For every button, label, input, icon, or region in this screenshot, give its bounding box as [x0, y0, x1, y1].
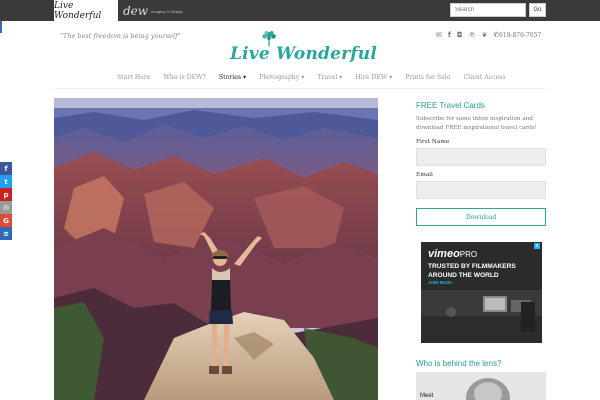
first-name-field[interactable]: [416, 148, 546, 166]
ad-headline: TRUSTED BY FILMMAKERS AROUND THE WORLD: [428, 262, 516, 280]
instagram-icon[interactable]: ◘: [457, 31, 463, 39]
header-social-icons: ✉ f ◘ ℗ ❦ ✆: [436, 31, 499, 39]
vimeo-pro-label: PRO: [459, 250, 478, 259]
vimeo-pro-ad[interactable]: vimeoPRO TRUSTED BY FILMMAKERS AROUND TH…: [421, 242, 542, 343]
facebook-icon[interactable]: f: [448, 31, 451, 39]
site-tagline: "The best freedom is being yourself": [60, 32, 181, 40]
nav-divider: [54, 88, 546, 89]
nav-start-here[interactable]: Start Here: [117, 74, 151, 81]
main-nav: Start Here Who is DEW? Stories ▾ Photogr…: [117, 74, 519, 81]
tab-live-wonderful[interactable]: Live Wonderful: [54, 0, 118, 21]
sidebar: FREE Travel Cards Subscribe for some inb…: [416, 101, 546, 226]
tab-live-wonderful-label: Live Wonderful: [54, 0, 102, 21]
author-meet-caption: Meet: [420, 393, 434, 399]
who-behind-lens-title: Who is behind the lens?: [416, 359, 502, 368]
left-edge-accent: [0, 21, 2, 33]
share-pinterest-icon[interactable]: p: [0, 188, 12, 201]
share-facebook-icon[interactable]: f: [0, 162, 12, 175]
ad-close-icon[interactable]: x: [534, 243, 540, 249]
nav-who-is-dew[interactable]: Who is DEW?: [164, 74, 206, 81]
nav-photography[interactable]: Photography ▾: [259, 74, 304, 81]
ad-headline-line-1: TRUSTED BY FILMMAKERS: [428, 263, 516, 270]
first-name-label: First Name: [416, 139, 450, 145]
nav-prints-for-sale[interactable]: Prints for Sale: [405, 74, 450, 81]
share-twitter-icon[interactable]: t: [0, 175, 12, 188]
pinterest-icon[interactable]: ℗: [468, 31, 475, 39]
tab-dew-imagery[interactable]: dew Imagery & Design: [123, 2, 183, 20]
ad-join-now-link[interactable]: JOIN NOW ›: [428, 280, 454, 285]
vimeo-brand: vimeo: [428, 248, 460, 260]
nav-hire-dew[interactable]: Hire DEW ▾: [355, 74, 392, 81]
share-more-icon[interactable]: ≋: [0, 227, 12, 240]
nav-client-access[interactable]: Client Access: [463, 74, 505, 81]
share-email-icon[interactable]: ✉: [0, 201, 12, 214]
search-go-button[interactable]: Go: [529, 3, 546, 17]
site-logo[interactable]: Live Wonderful: [230, 30, 377, 66]
nav-stories[interactable]: Stories ▾: [219, 74, 246, 81]
travel-cards-description: Subscribe for some inbox inspiration and…: [416, 116, 537, 131]
twitter-icon[interactable]: ❦: [481, 31, 487, 39]
grand-canyon-photo: [54, 98, 378, 400]
dew-logo-subtitle: Imagery & Design: [151, 8, 183, 14]
email-label: Email: [416, 172, 433, 178]
share-bar: f t p ✉ G ≋: [0, 162, 12, 240]
email-field[interactable]: [416, 181, 546, 199]
author-photo-image: [416, 372, 546, 400]
phone-number[interactable]: 619-876-7057: [499, 32, 541, 39]
mail-icon[interactable]: ✉: [436, 31, 442, 39]
travel-cards-title: FREE Travel Cards: [416, 101, 485, 110]
download-button[interactable]: Download: [416, 208, 546, 226]
share-googleplus-icon[interactable]: G: [0, 214, 12, 227]
nav-travel[interactable]: Travel ▾: [317, 74, 342, 81]
logo-text: Live Wonderful: [230, 44, 378, 64]
hero-photo[interactable]: [54, 98, 378, 400]
dew-logo-text: dew: [123, 4, 149, 18]
search-input[interactable]: [450, 3, 526, 17]
ad-headline-line-2: AROUND THE WORLD: [428, 272, 499, 279]
vimeo-logo: vimeoPRO: [428, 248, 477, 260]
author-photo[interactable]: Meet: [416, 372, 546, 400]
